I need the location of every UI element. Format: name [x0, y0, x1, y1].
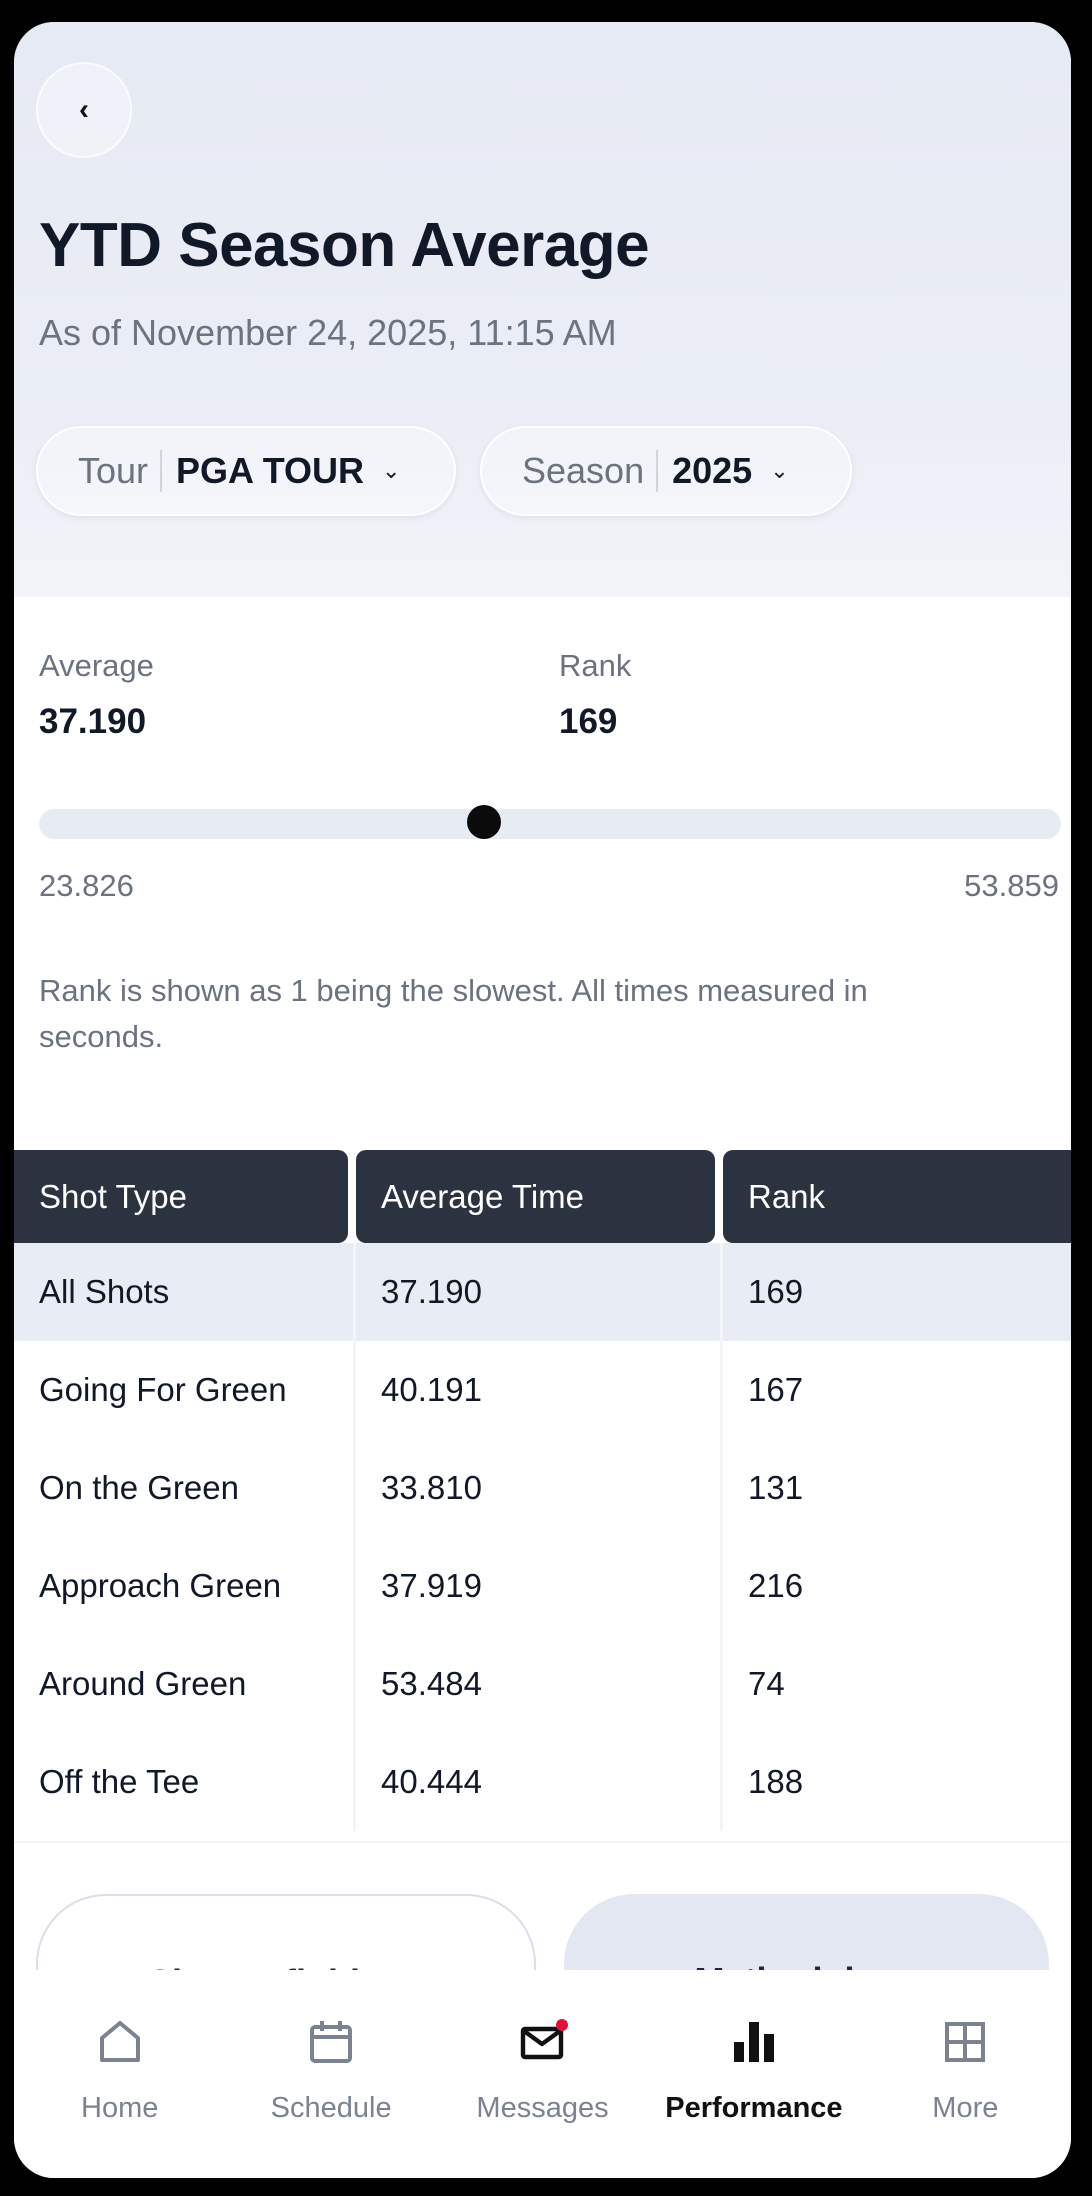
unread-badge	[555, 2019, 568, 2031]
range-min-value: 23.826	[39, 868, 134, 903]
chevron-down-icon: ⌄	[770, 458, 789, 483]
average-time-cell: 40.444	[356, 1733, 723, 1831]
mail-icon	[520, 2019, 568, 2060]
shot-type-cell: Approach Green	[14, 1537, 356, 1635]
range-marker	[466, 805, 501, 839]
tab-label: Performance	[665, 2092, 843, 2124]
back-button[interactable]: ‹	[36, 62, 132, 158]
range-track	[39, 809, 1061, 839]
average-time-cell: 53.484	[356, 1635, 723, 1733]
average-time-cell: 37.919	[356, 1537, 723, 1635]
bottom-tab-bar: Home Schedule Messages Performance More	[14, 1970, 1071, 2178]
chevron-down-icon: ⌄	[382, 458, 401, 483]
shot-type-cell: Going For Green	[14, 1341, 356, 1439]
shot-type-cell: All Shots	[14, 1243, 356, 1341]
tab-label: Messages	[476, 2092, 609, 2124]
rank-cell: 216	[748, 1567, 804, 1604]
tour-selector-label: Tour	[78, 450, 163, 492]
tab-more[interactable]: More	[860, 1970, 1071, 2178]
tab-messages[interactable]: Messages	[437, 1970, 648, 2178]
shot-type-cell: On the Green	[14, 1439, 356, 1537]
back-chevron-icon: ‹	[79, 93, 89, 126]
column-header-shot-type: Shot Type	[14, 1150, 348, 1243]
range-max-value: 53.859	[964, 868, 1059, 903]
tour-selector-value: PGA TOUR	[176, 450, 365, 491]
tab-performance[interactable]: Performance	[648, 1970, 859, 2178]
tour-selector[interactable]: Tour PGA TOUR ⌄	[36, 426, 456, 516]
table-divider	[14, 1841, 1071, 1843]
season-selector-label: Season	[522, 450, 659, 492]
tab-label: More	[932, 2092, 999, 2124]
tab-schedule[interactable]: Schedule	[225, 1970, 436, 2178]
app-screen: ‹ YTD Season Average As of November 24, …	[14, 22, 1071, 2178]
calendar-icon	[310, 2021, 353, 2063]
shot-type-table: Shot Type Average Time Rank All Shots 37.…	[14, 1150, 1071, 1831]
grid-icon	[945, 2022, 986, 2062]
season-selector-value: 2025	[672, 450, 753, 491]
average-time-cell: 37.190	[356, 1243, 723, 1341]
average-time-cell: 33.810	[356, 1439, 723, 1537]
bar-chart-icon	[733, 2022, 774, 2062]
shot-type-cell: Off the Tee	[14, 1733, 356, 1831]
season-selector[interactable]: Season 2025 ⌄	[480, 426, 852, 516]
rank-cell: 169	[723, 1243, 1071, 1341]
rank-cell: 131	[748, 1469, 804, 1506]
rank-cell: 74	[748, 1665, 785, 1702]
average-label: Average	[39, 648, 154, 683]
rank-value: 169	[559, 702, 618, 741]
average-value: 37.190	[39, 702, 147, 741]
shot-type-cell: Around Green	[14, 1635, 356, 1733]
home-icon	[99, 2021, 140, 2062]
rank-cell: 167	[748, 1371, 804, 1408]
tab-label: Schedule	[270, 2092, 392, 2124]
tab-home[interactable]: Home	[14, 1970, 225, 2178]
rank-label: Rank	[559, 648, 632, 683]
rank-cell: 188	[748, 1763, 804, 1800]
tab-label: Home	[81, 2092, 159, 2124]
average-time-cell: 40.191	[356, 1341, 723, 1439]
rank-explanation-note: Rank is shown as 1 being the slowest. Al…	[39, 973, 868, 1054]
last-updated-timestamp: As of November 24, 2025, 11:15 AM	[39, 312, 617, 353]
page-title: YTD Season Average	[39, 211, 650, 280]
column-header-average-time: Average Time	[356, 1150, 715, 1243]
column-header-rank: Rank	[723, 1150, 1071, 1243]
header-section: ‹ YTD Season Average As of November 24, …	[14, 22, 1071, 597]
